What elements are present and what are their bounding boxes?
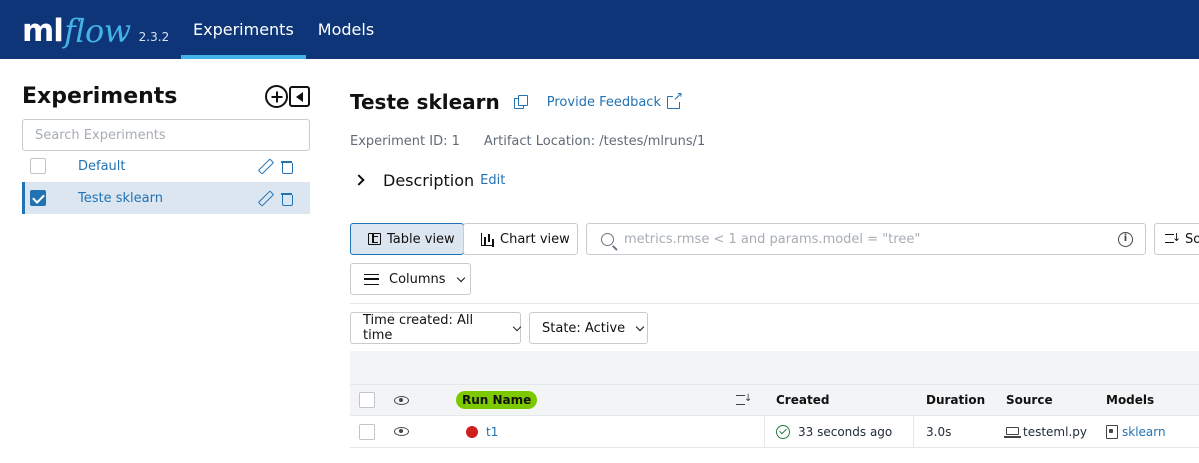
row-select-cell [359, 416, 375, 447]
check-circle-icon [776, 424, 790, 439]
experiments-sidebar: Experiments Default Teste sklearn [22, 59, 310, 463]
eye-icon[interactable] [394, 395, 409, 405]
sidebar-item-teste-sklearn[interactable]: Teste sklearn [22, 182, 310, 214]
table-view-label: Table view [387, 231, 455, 247]
row-visibility-cell [394, 416, 409, 447]
column-header-duration[interactable]: Duration [926, 385, 985, 415]
state-filter-label: State: Active [542, 320, 626, 336]
select-all-checkbox[interactable] [359, 392, 375, 408]
table-group-header [350, 351, 1199, 384]
table-row: t1 33 seconds ago 3.0s testeml.py sklear… [350, 416, 1199, 448]
column-divider [764, 416, 765, 447]
list-icon [364, 273, 379, 285]
run-name-sort-control[interactable] [736, 385, 752, 415]
experiment-checkbox[interactable] [30, 190, 46, 206]
edit-description-link[interactable]: Edit [480, 173, 505, 188]
sort-column-icon[interactable] [736, 393, 752, 406]
edit-pencil-icon[interactable] [258, 191, 272, 205]
collapse-sidebar-icon[interactable] [289, 86, 310, 107]
time-created-filter[interactable]: Time created: All time [350, 312, 522, 344]
column-header-created[interactable]: Created [776, 385, 829, 415]
table-view-button[interactable]: Table view [350, 223, 464, 255]
sidebar-item-default[interactable]: Default [22, 150, 310, 182]
chevron-down-icon [512, 322, 522, 331]
sidebar-item-label[interactable]: Teste sklearn [78, 191, 258, 206]
info-icon[interactable]: i [1118, 231, 1133, 247]
logo-flow-text: flow [63, 12, 131, 50]
columns-button[interactable]: Columns [350, 263, 471, 295]
chevron-down-icon [456, 273, 465, 282]
experiment-id: Experiment ID: 1 [350, 134, 460, 149]
columns-label: Columns [389, 271, 446, 287]
external-link-icon [667, 89, 683, 109]
column-divider [913, 416, 914, 447]
experiment-meta: Experiment ID: 1 Artifact Location: /tes… [350, 134, 705, 149]
created-value: 33 seconds ago [798, 424, 893, 439]
run-link[interactable]: t1 [486, 425, 498, 439]
laptop-icon [1004, 426, 1021, 438]
column-header-source[interactable]: Source [1006, 385, 1053, 415]
eye-icon[interactable] [394, 427, 409, 436]
model-link[interactable]: sklearn [1122, 425, 1166, 439]
sort-icon [1165, 231, 1181, 245]
sort-label: So [1185, 231, 1199, 247]
copy-icon[interactable] [513, 95, 528, 109]
run-name-cell: t1 [466, 416, 498, 447]
description-row: Description Edit [350, 169, 505, 191]
chevron-right-icon[interactable] [353, 174, 365, 186]
visibility-header [394, 385, 409, 415]
created-cell: 33 seconds ago [776, 416, 892, 447]
duration-cell: 3.0s [926, 416, 951, 447]
runs-search-input[interactable] [624, 231, 1118, 247]
chevron-down-icon [635, 322, 645, 331]
search-experiments-input[interactable] [22, 119, 310, 151]
models-cell: sklearn [1106, 416, 1166, 447]
chart-view-button[interactable]: Chart view [463, 223, 578, 255]
table-icon [368, 233, 381, 245]
trash-icon[interactable] [281, 192, 293, 206]
mlflow-logo[interactable]: ml flow 2.3.2 [0, 0, 181, 59]
sidebar-actions [265, 85, 310, 108]
experiment-checkbox[interactable] [30, 158, 46, 174]
select-all-cell [359, 385, 375, 415]
column-header-run-name[interactable]: Run Name [456, 385, 538, 415]
sort-button[interactable]: So [1154, 223, 1199, 255]
sidebar-item-label[interactable]: Default [78, 159, 258, 174]
column-header-models[interactable]: Models [1106, 385, 1154, 415]
page-title: Teste sklearn [350, 90, 500, 114]
logo-ml-text: ml [22, 13, 64, 49]
nav-tab-experiments[interactable]: Experiments [181, 0, 306, 59]
run-name-header-label: Run Name [456, 391, 538, 409]
source-value: testeml.py [1023, 424, 1087, 439]
experiment-main-panel: Teste sklearn Provide Feedback Experimen… [350, 59, 1199, 463]
provide-feedback-link[interactable]: Provide Feedback [546, 89, 683, 110]
version-label: 2.3.2 [138, 30, 170, 44]
search-icon [601, 232, 614, 246]
model-icon [1106, 424, 1118, 439]
top-nav-bar: ml flow 2.3.2 Experiments Models [0, 0, 1199, 59]
nav-tab-models[interactable]: Models [306, 0, 386, 59]
toolbar-divider [350, 303, 1199, 304]
experiment-actions [258, 159, 293, 174]
edit-pencil-icon[interactable] [258, 159, 272, 173]
chart-view-label: Chart view [500, 231, 570, 247]
trash-icon[interactable] [281, 160, 293, 174]
sidebar-header: Experiments [22, 83, 310, 111]
experiment-title-row: Teste sklearn Provide Feedback [350, 89, 683, 115]
runs-table-header: Run Name Created Duration Source Models [350, 384, 1199, 416]
source-cell: testeml.py [1004, 416, 1087, 447]
duration-value: 3.0s [926, 424, 952, 439]
description-label: Description [383, 170, 475, 190]
experiment-actions [258, 191, 293, 206]
bar-chart-icon [481, 232, 494, 246]
feedback-label: Provide Feedback [546, 94, 661, 110]
create-experiment-icon[interactable] [265, 85, 288, 108]
runs-search-box[interactable]: i [586, 223, 1146, 255]
state-filter[interactable]: State: Active [529, 312, 648, 344]
run-status-failed-icon [466, 425, 478, 438]
time-filter-label: Time created: All time [363, 313, 474, 343]
artifact-location: Artifact Location: /testes/mlruns/1 [483, 134, 706, 149]
row-checkbox[interactable] [359, 423, 375, 440]
